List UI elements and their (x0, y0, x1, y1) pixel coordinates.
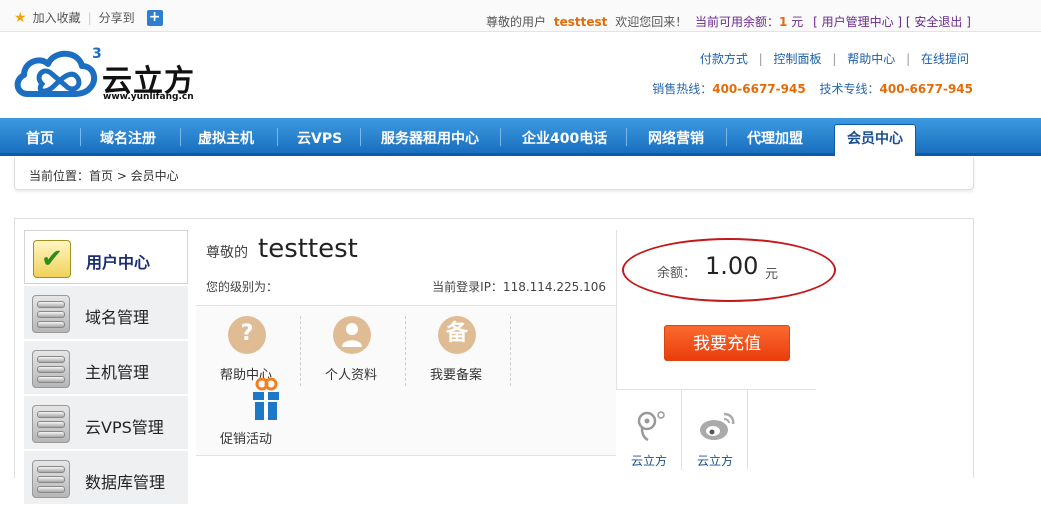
tool-label: 我要备案 (429, 368, 482, 383)
logo-superscript: 3 (92, 46, 102, 62)
social-label: 云立方 (630, 454, 667, 468)
social-label: 云立方 (696, 454, 733, 468)
sales-phone: 400-6677-945 (712, 82, 806, 96)
link-control-panel[interactable]: 控制面板 (774, 52, 822, 66)
sidebar-label: 用户中心 (86, 253, 151, 272)
top-bar: ★ 加入收藏 | 分享到 + 尊敬的用户 testtest 欢迎您回来！ 当前可… (0, 0, 1041, 32)
logo-url: www.yunlifang.cn (103, 92, 194, 102)
greeting-prefix: 尊敬的用户 (486, 15, 547, 29)
breadcrumb-text: 当前位置：首页 > 会员中心 (29, 169, 179, 183)
nav-member-center[interactable]: 会员中心 (834, 124, 916, 156)
nav-vps[interactable]: 云VPS (297, 128, 342, 148)
sidebar-item-database[interactable]: 数据库管理 (24, 451, 188, 505)
highlight-ellipse (622, 238, 836, 302)
nav-domain[interactable]: 域名注册 (100, 128, 156, 148)
social-tencent[interactable]: 云立方 (616, 390, 682, 470)
logout-link[interactable]: [ 安全退出 ] (906, 15, 971, 29)
balance-prefix: 当前可用余额： (695, 15, 780, 29)
database-icon (32, 460, 70, 498)
hotline: 销售热线：400-6677-945 技术专线：400-6677-945 (652, 80, 973, 97)
top-balance: 1 (779, 15, 788, 29)
database-icon (32, 295, 70, 333)
nav-home[interactable]: 首页 (26, 128, 54, 148)
tech-phone: 400-6677-945 (879, 82, 973, 96)
link-help-center[interactable]: 帮助中心 (847, 52, 895, 66)
database-icon (32, 350, 70, 388)
check-icon: ✔ (33, 240, 71, 278)
top-username: testtest (553, 15, 608, 29)
nav-server-rental[interactable]: 服务器租用中心 (381, 128, 479, 148)
logo-icon[interactable]: 3 (14, 44, 104, 102)
share-plus-icon[interactable]: + (146, 9, 163, 26)
social-sina[interactable]: 云立方 (682, 390, 748, 470)
sidebar-item-host[interactable]: 主机管理 (24, 341, 188, 395)
sidebar-label: 域名管理 (85, 308, 150, 327)
database-icon (32, 405, 70, 443)
sidebar-item-vps[interactable]: 云VPS管理 (24, 396, 188, 450)
link-online-question[interactable]: 在线提问 (921, 52, 969, 66)
tech-label: 技术专线： (819, 82, 880, 96)
nav-agent[interactable]: 代理加盟 (747, 128, 803, 148)
star-icon: ★ (14, 9, 27, 26)
divider: | (87, 10, 92, 25)
sidebar-label: 数据库管理 (85, 473, 166, 492)
sidebar: ✔ 用户中心 域名管理 主机管理 云VPS管理 数据库管理 (24, 230, 188, 505)
link-payment[interactable]: 付款方式 (700, 52, 748, 66)
sales-label: 销售热线： (652, 82, 713, 96)
user-center-link[interactable]: [ 用户管理中心 ] (813, 15, 902, 29)
sidebar-label: 云VPS管理 (85, 418, 164, 437)
help-icon: ? (228, 316, 266, 354)
promo-label[interactable]: 促销活动 (220, 428, 272, 447)
username: testtest (258, 234, 358, 264)
person-icon (333, 316, 371, 354)
nav-virtual-host[interactable]: 虚拟主机 (198, 128, 254, 148)
top-balance-unit: 元 (791, 15, 804, 29)
sidebar-item-user-center[interactable]: ✔ 用户中心 (24, 230, 188, 284)
welcome-back: 欢迎您回来！ (615, 15, 688, 29)
breadcrumb: 当前位置：首页 > 会员中心 (14, 158, 974, 190)
recharge-button[interactable]: 我要充值 (664, 325, 790, 361)
top-left-actions: ★ 加入收藏 | 分享到 + (14, 9, 163, 26)
welcome-text: 尊敬的用户 testtest 欢迎您回来！ 当前可用余额：1 元 [ 用户管理中… (486, 13, 971, 30)
share-link[interactable]: 分享到 (99, 9, 135, 26)
add-favorite-link[interactable]: 加入收藏 (33, 9, 81, 26)
header-links: 付款方式 | 控制面板 | 帮助中心 | 在线提问 (699, 52, 969, 66)
gift-icon[interactable] (252, 378, 280, 422)
login-ip: 当前登录IP：118.114.225.106 (432, 280, 606, 294)
user-info: 尊敬的 testtest 您的级别为： 当前登录IP：118.114.225.1… (196, 230, 616, 306)
greeting-label: 尊敬的 (206, 245, 248, 261)
nav-400-phone[interactable]: 企业400电话 (522, 128, 607, 148)
sidebar-label: 主机管理 (85, 363, 150, 382)
sidebar-item-domain[interactable]: 域名管理 (24, 286, 188, 340)
filing-icon: 备 (438, 316, 476, 354)
nav-marketing[interactable]: 网络营销 (648, 128, 704, 148)
sina-weibo-icon (700, 412, 735, 440)
tencent-weibo-icon (637, 411, 665, 442)
user-level: 您的级别为： (206, 280, 279, 294)
